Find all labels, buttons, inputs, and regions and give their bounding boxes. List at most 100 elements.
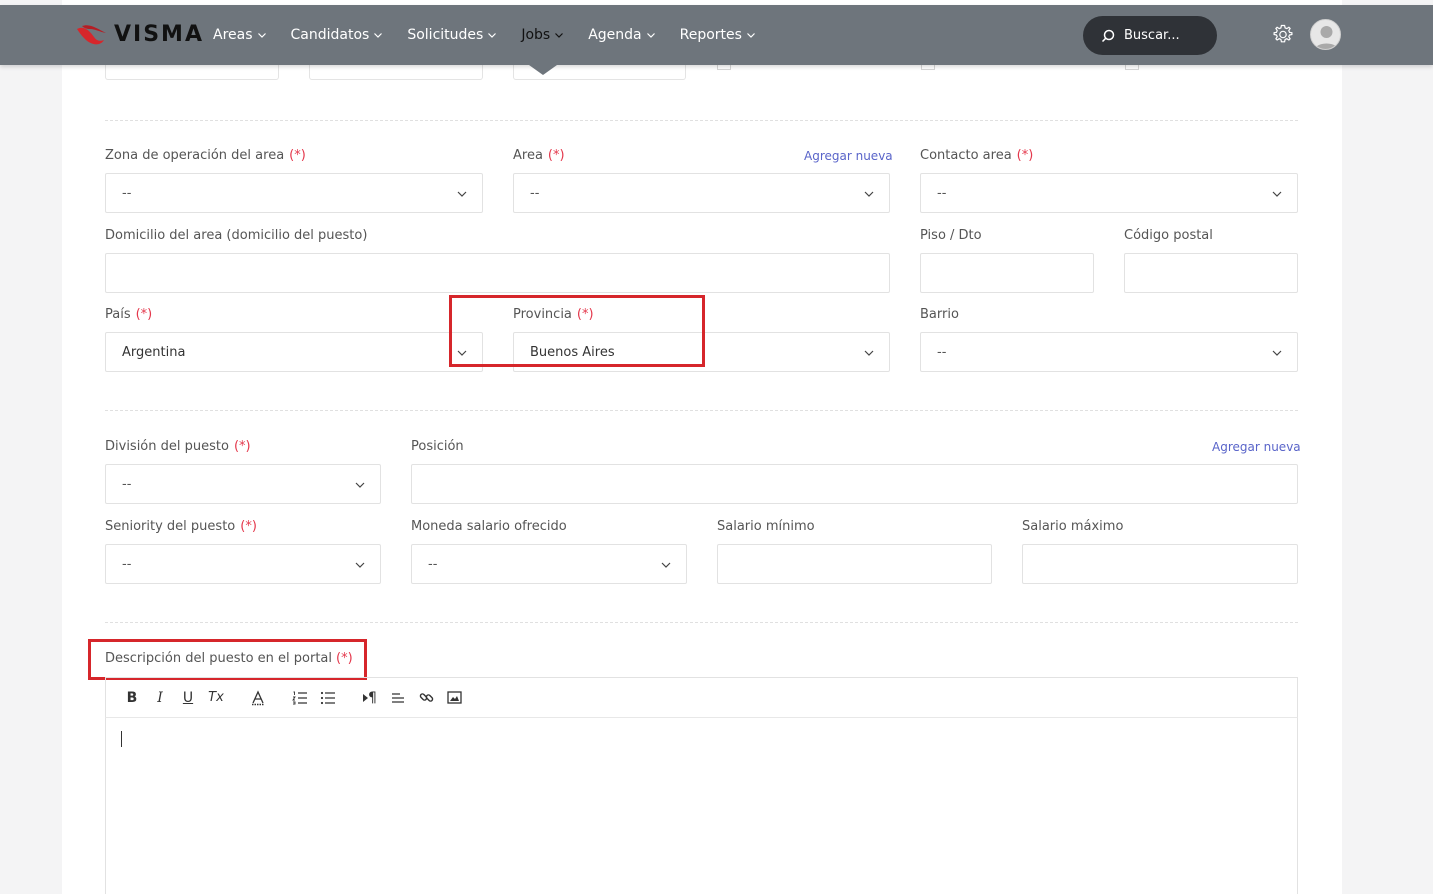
domicilio-label: Domicilio del area (domicilio del puesto…: [105, 228, 368, 243]
search-icon: [1101, 29, 1115, 42]
text-cursor: [121, 731, 122, 747]
nav-item-solicitudes[interactable]: Solicitudes: [407, 5, 497, 65]
codigo-postal-input[interactable]: [1124, 253, 1298, 293]
search-button[interactable]: Buscar...: [1083, 16, 1217, 55]
nav-item-label: Reportes: [679, 27, 742, 43]
italic-button[interactable]: I: [150, 688, 170, 708]
paragraph-direction-button[interactable]: ¶: [360, 688, 380, 708]
main-nav: Areas Candidatos Solicitudes Jobs Agenda…: [213, 5, 780, 75]
user-icon: [1314, 26, 1339, 49]
zona-label: Zona de operación del area (*): [105, 148, 306, 163]
visma-logo[interactable]: VISMA: [76, 21, 204, 49]
bullet-list-icon: [320, 691, 335, 704]
underline-button[interactable]: U: [178, 688, 198, 708]
zona-label-text: Zona de operación del area: [105, 148, 285, 163]
bullet-list-button[interactable]: [318, 688, 338, 708]
contacto-select[interactable]: --: [920, 173, 1298, 213]
chevron-down-icon: [555, 33, 564, 38]
top-navbar: VISMA Areas Candidatos Solicitudes Jobs …: [0, 5, 1433, 75]
section-divider: [105, 622, 1298, 623]
align-left-icon: [392, 692, 404, 703]
division-label-text: División del puesto: [105, 439, 229, 454]
chevron-down-icon: [355, 562, 365, 568]
division-label: División del puesto (*): [105, 439, 251, 454]
pais-select[interactable]: Argentina: [105, 332, 483, 372]
link-button[interactable]: [416, 688, 436, 708]
nav-item-label: Areas: [213, 27, 253, 43]
required-marker: (*): [547, 148, 565, 163]
section-divider: [105, 410, 1298, 411]
area-add-link[interactable]: Agregar nueva: [804, 149, 893, 163]
text-color-icon: [252, 689, 264, 705]
domicilio-input[interactable]: [105, 253, 890, 293]
clear-format-button[interactable]: Tx: [206, 688, 226, 708]
chevron-down-icon: [355, 482, 365, 488]
posicion-label: Posición: [411, 439, 464, 454]
chevron-down-icon: [374, 33, 383, 38]
chevron-down-icon: [864, 350, 874, 356]
area-label-text: Area: [513, 148, 543, 163]
area-value: --: [530, 185, 540, 201]
salario-max-label: Salario máximo: [1022, 519, 1124, 534]
salario-min-input[interactable]: [717, 544, 992, 584]
moneda-label: Moneda salario ofrecido: [411, 519, 567, 534]
moneda-value: --: [428, 556, 438, 572]
division-value: --: [122, 476, 132, 492]
nav-item-agenda[interactable]: Agenda: [588, 5, 655, 65]
piso-input[interactable]: [920, 253, 1094, 293]
nav-item-label: Candidatos: [290, 27, 370, 43]
nav-item-label: Jobs: [521, 27, 551, 43]
search-label: Buscar...: [1124, 28, 1180, 43]
zona-select[interactable]: --: [105, 173, 483, 213]
visma-logo-mark-icon: [76, 23, 108, 47]
chevron-down-icon: [457, 191, 467, 197]
required-marker: (*): [240, 519, 257, 534]
avatar[interactable]: [1310, 19, 1341, 50]
moneda-select[interactable]: --: [411, 544, 687, 584]
highlight-box: [449, 295, 705, 367]
image-icon: [446, 691, 462, 704]
seniority-label-text: Seniority del puesto: [105, 519, 236, 534]
area-select[interactable]: --: [513, 173, 890, 213]
codigo-postal-label: Código postal: [1124, 228, 1213, 243]
seniority-label: Seniority del puesto (*): [105, 519, 257, 534]
nav-item-candidatos[interactable]: Candidatos: [291, 5, 384, 65]
nav-item-label: Agenda: [588, 27, 642, 43]
division-select[interactable]: --: [105, 464, 381, 504]
required-marker: (*): [289, 148, 306, 163]
gear-icon[interactable]: [1271, 23, 1295, 47]
chevron-down-icon: [646, 33, 655, 38]
salario-min-label: Salario mínimo: [717, 519, 815, 534]
nav-item-jobs[interactable]: Jobs: [521, 5, 564, 75]
seniority-select[interactable]: --: [105, 544, 381, 584]
posicion-input[interactable]: [411, 464, 1298, 504]
bold-button[interactable]: B: [122, 688, 142, 708]
nav-item-areas[interactable]: Areas: [213, 5, 267, 65]
align-button[interactable]: [388, 688, 408, 708]
barrio-select[interactable]: --: [920, 332, 1298, 372]
highlight-color-button[interactable]: [248, 688, 268, 708]
seniority-value: --: [122, 556, 132, 572]
pais-label: País (*): [105, 307, 152, 322]
image-button[interactable]: [444, 688, 464, 708]
chevron-down-icon: [864, 191, 874, 197]
description-editor[interactable]: [105, 718, 1298, 894]
editor-toolbar: B I U Tx ¶: [105, 677, 1298, 718]
link-icon: [419, 693, 433, 702]
highlight-box: [88, 639, 367, 680]
area-label: Area (*): [513, 148, 565, 163]
nav-item-reportes[interactable]: Reportes: [680, 5, 756, 65]
salario-max-input[interactable]: [1022, 544, 1298, 584]
posicion-add-link[interactable]: Agregar nueva: [1212, 440, 1301, 454]
contacto-label: Contacto area (*): [920, 148, 1033, 163]
chevron-down-icon: [747, 33, 755, 38]
required-marker: (*): [135, 307, 153, 322]
contacto-value: --: [937, 185, 947, 201]
required-marker: (*): [233, 439, 251, 454]
chevron-down-icon: [1272, 350, 1282, 356]
chevron-down-icon: [1272, 191, 1282, 197]
chevron-down-icon: [488, 33, 497, 38]
chevron-down-icon: [257, 33, 266, 38]
zona-value: --: [122, 185, 132, 201]
ordered-list-button[interactable]: [290, 688, 310, 708]
